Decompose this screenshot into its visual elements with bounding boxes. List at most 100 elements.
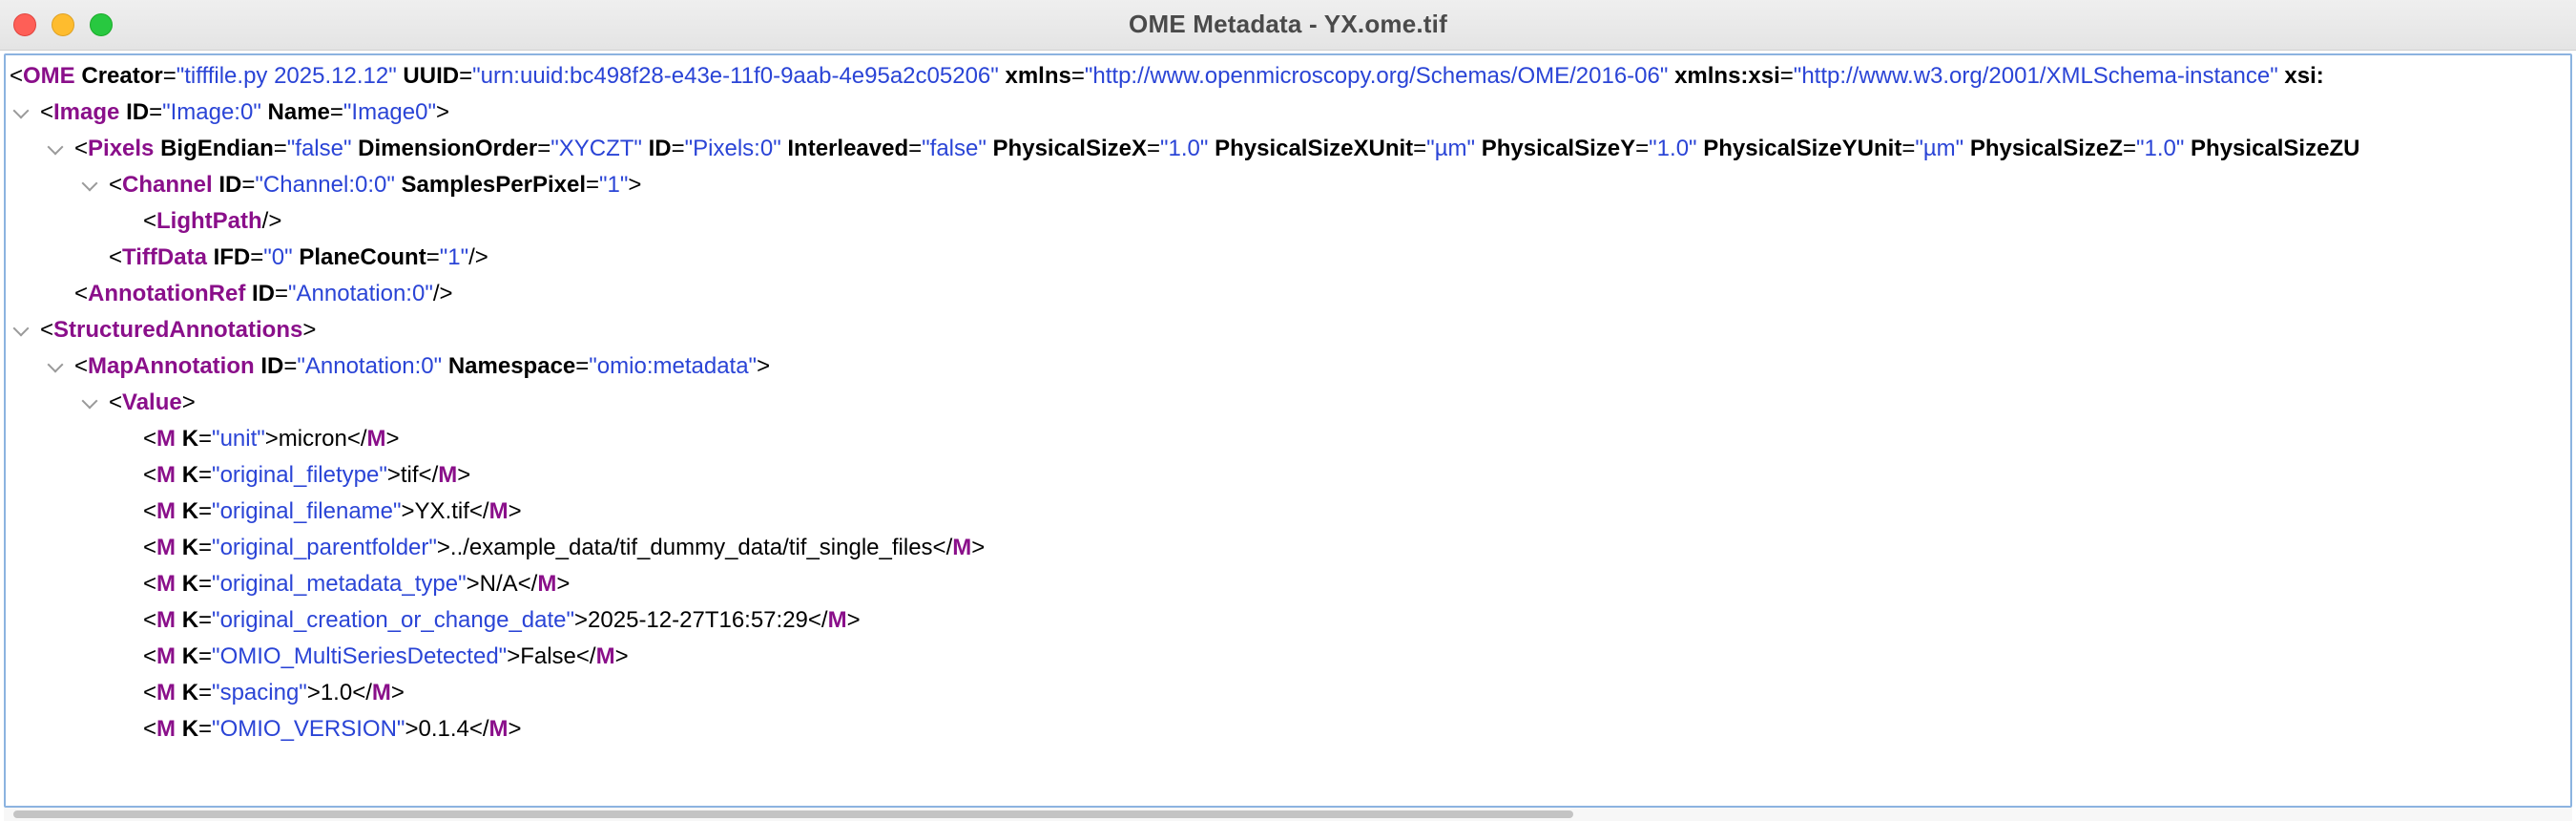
chevron-down-icon[interactable] [81, 175, 98, 192]
tag-name: M [156, 680, 177, 705]
attr-value: "Image0" [343, 99, 436, 125]
element-text: micron [278, 426, 347, 452]
attr-name: UUID [403, 63, 460, 89]
tag-name: M [156, 535, 177, 560]
xml-element-m: <M K="OMIO_MultiSeriesDetected">False</M… [143, 643, 629, 669]
attr-value: "http://www.w3.org/2001/XMLSchema-instan… [1793, 63, 2278, 89]
attr-value: "spacing" [212, 680, 307, 705]
attr-value: "1.0" [2135, 136, 2185, 161]
attr-name: xsi: [2284, 63, 2324, 89]
attr-value: "1.0" [1649, 136, 1697, 161]
attr-value: "Annotation:0" [297, 353, 443, 379]
tag-name: M [827, 607, 847, 633]
tag-name: M [156, 462, 177, 488]
tag-name: LightPath [156, 208, 262, 234]
attr-value: "false" [922, 136, 987, 161]
attr-name: K [181, 607, 199, 633]
attr-name: BigEndian [160, 136, 274, 161]
element-text: N/A [479, 571, 518, 597]
attr-name: PhysicalSizeZU [2191, 136, 2360, 161]
scrollbar-thumb[interactable] [13, 810, 1573, 818]
attr-value: "unit" [212, 426, 265, 452]
attr-name: PhysicalSizeX [992, 136, 1147, 161]
attr-name: DimensionOrder [358, 136, 538, 161]
xml-element-image: <Image ID="Image:0" Name="Image0"> [40, 99, 450, 125]
attr-value: "XYCZT" [551, 136, 642, 161]
attr-value: "1.0" [1160, 136, 1209, 161]
tag-name: M [488, 498, 509, 524]
attr-name: K [181, 643, 199, 669]
xml-element-structuredannotations: <StructuredAnnotations> [40, 317, 317, 343]
attr-value: "1" [599, 172, 629, 198]
xml-element-m: <M K="original_parentfolder">../example_… [143, 535, 986, 560]
attr-name: xmlns [1005, 63, 1071, 89]
attr-value: "tifffile.py 2025.12.12" [176, 63, 397, 89]
chevron-down-icon[interactable] [47, 356, 64, 373]
tag-name: M [156, 571, 177, 597]
attr-name: K [181, 426, 199, 452]
tag-name: Image [53, 99, 120, 125]
attr-name: ID [648, 136, 672, 161]
tag-name: M [156, 643, 177, 669]
attr-name: ID [260, 353, 284, 379]
chevron-down-icon[interactable] [12, 102, 30, 119]
attr-name: Creator [81, 63, 163, 89]
element-text: ../example_data/tif_dummy_data/tif_singl… [449, 535, 933, 560]
attr-value: "original_creation_or_change_date" [212, 607, 575, 633]
attr-value: "0" [263, 244, 293, 270]
attr-name: ID [126, 99, 150, 125]
tag-name: TiffData [122, 244, 207, 270]
attr-value: "µm" [1426, 136, 1476, 161]
tag-name: StructuredAnnotations [53, 317, 303, 343]
xml-element-channel: <Channel ID="Channel:0:0" SamplesPerPixe… [109, 172, 642, 198]
xml-element-ome: <OME Creator="tifffile.py 2025.12.12" UU… [10, 63, 2324, 89]
tag-name: M [952, 535, 972, 560]
chevron-down-icon[interactable] [47, 138, 64, 156]
tag-name: Channel [122, 172, 213, 198]
attr-name: ID [252, 281, 275, 306]
tag-name: M [595, 643, 615, 669]
tag-name: M [488, 716, 509, 742]
tag-name: M [156, 607, 177, 633]
attr-name: PhysicalSizeZ [1969, 136, 2123, 161]
tag-name: M [156, 426, 177, 452]
tag-name: M [156, 716, 177, 742]
attr-value: "Channel:0:0" [255, 172, 395, 198]
attr-name: PhysicalSizeY [1481, 136, 1636, 161]
attr-name: IFD [213, 244, 251, 270]
attr-name: K [181, 716, 199, 742]
xml-element-m: <M K="original_filetype">tif</M> [143, 462, 471, 488]
xml-element-tiffdata: <TiffData IFD="0" PlaneCount="1"/> [109, 244, 488, 270]
tag-name: M [371, 680, 391, 705]
attr-value: "http://www.openmicroscopy.org/Schemas/O… [1084, 63, 1669, 89]
attr-value: "original_parentfolder" [212, 535, 437, 560]
attr-value: "false" [286, 136, 352, 161]
attr-value: "urn:uuid:bc498f28-e43e-11f0-9aab-4e95a2… [472, 63, 999, 89]
title-bar: OME Metadata - YX.ome.tif [0, 0, 2576, 51]
attr-value: "Image:0" [162, 99, 261, 125]
attr-name: Name [267, 99, 330, 125]
xml-element-m: <M K="unit">micron</M> [143, 426, 400, 452]
horizontal-scrollbar[interactable] [4, 808, 2572, 821]
tag-name: MapAnnotation [88, 353, 255, 379]
attr-name: K [181, 535, 199, 560]
attr-name: K [181, 498, 199, 524]
element-text: False [520, 643, 576, 669]
tag-name: OME [23, 63, 75, 89]
app-window: OME Metadata - YX.ome.tif <OME Creator="… [0, 0, 2576, 821]
xml-element-mapannotation: <MapAnnotation ID="Annotation:0" Namespa… [74, 353, 771, 379]
attr-name: PhysicalSizeXUnit [1215, 136, 1414, 161]
attr-name: Interleaved [787, 136, 909, 161]
tag-name: AnnotationRef [88, 281, 246, 306]
xml-element-lightpath: <LightPath/> [143, 208, 282, 234]
xml-tree-view[interactable]: <OME Creator="tifffile.py 2025.12.12" UU… [4, 53, 2572, 808]
chevron-down-icon[interactable] [81, 392, 98, 410]
attr-name: PlaneCount [299, 244, 426, 270]
xml-element-annotationref: <AnnotationRef ID="Annotation:0"/> [74, 281, 453, 306]
tag-name: M [366, 426, 386, 452]
xml-element-m: <M K="spacing">1.0</M> [143, 680, 405, 705]
element-text: tif [400, 462, 419, 488]
xml-element-m: <M K="original_filename">YX.tif</M> [143, 498, 522, 524]
attr-value: "Pixels:0" [684, 136, 781, 161]
chevron-down-icon[interactable] [12, 320, 30, 337]
